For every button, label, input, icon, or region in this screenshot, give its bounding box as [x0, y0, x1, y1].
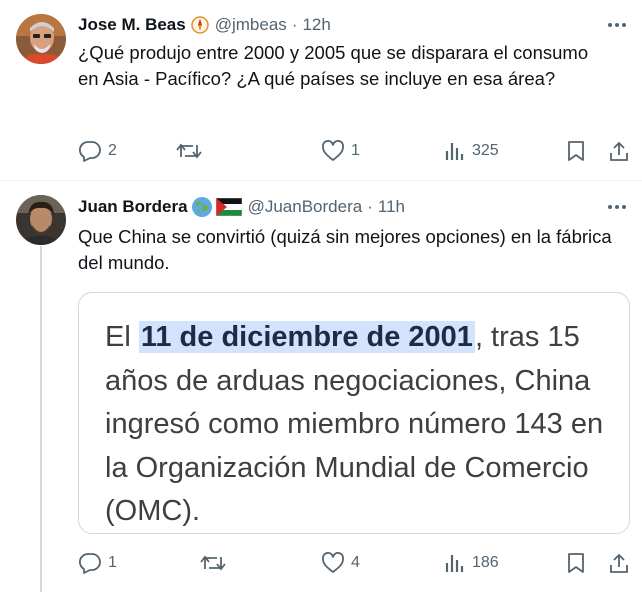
view-count: 325 [472, 142, 499, 159]
avatar-jose-beas[interactable] [16, 14, 66, 64]
more-icon[interactable] [606, 196, 628, 218]
like-count: 1 [351, 142, 360, 159]
retweet-icon [200, 555, 226, 571]
thread-line [40, 246, 42, 592]
timestamp[interactable]: 11h [378, 197, 405, 217]
avatar-juan-bordera[interactable] [16, 195, 66, 245]
tweet-jose-beas[interactable]: Jose M. Beas @jmbeas · 12h ¿Qué produjo … [0, 0, 642, 180]
views-icon [445, 555, 464, 572]
tweet-text: Que China se convirtió (quizá sin mejore… [78, 226, 612, 273]
tweet-header: Juan Bordera @JuanBordera · 11h [78, 196, 405, 218]
display-name[interactable]: Jose M. Beas [78, 15, 186, 35]
bookmark-icon [568, 553, 584, 573]
handle[interactable]: @JuanBordera [248, 197, 363, 217]
tweet-text: ¿Qué produjo entre 2000 y 2005 que se di… [78, 42, 589, 89]
retweet-icon [176, 143, 202, 159]
like-button[interactable]: 4 [321, 550, 360, 576]
separator-dot: · [367, 197, 373, 216]
reply-button[interactable]: 1 [78, 550, 117, 576]
share-button[interactable] [608, 550, 630, 576]
highlighted-date: 11 de diciembre de 2001 [138, 321, 475, 353]
views-button[interactable]: 186 [444, 550, 499, 576]
bookmark-button[interactable] [566, 550, 586, 576]
views-button[interactable]: 325 [444, 138, 499, 164]
bookmark-icon [568, 141, 584, 161]
globe-emoji-icon [191, 196, 213, 218]
view-count: 186 [472, 554, 499, 571]
reply-button[interactable]: 2 [78, 138, 117, 164]
timestamp[interactable]: 12h [302, 15, 330, 35]
share-icon [610, 553, 628, 573]
tweet-header: Jose M. Beas @jmbeas · 12h [78, 14, 331, 36]
attached-image[interactable]: El 11 de diciembre de 2001, tras 15 años… [78, 292, 630, 534]
reply-count: 2 [108, 142, 117, 159]
handle[interactable]: @jmbeas [215, 15, 287, 35]
reply-icon [78, 553, 101, 574]
share-icon [610, 141, 628, 161]
image-quote-text: El 11 de diciembre de 2001, tras 15 años… [105, 316, 625, 533]
share-button[interactable] [608, 138, 630, 164]
reply-count: 1 [108, 554, 117, 571]
views-icon [445, 143, 464, 160]
retweet-button[interactable] [200, 550, 232, 576]
separator-dot: · [291, 15, 298, 34]
more-icon[interactable] [606, 14, 628, 36]
like-count: 4 [351, 554, 360, 571]
bookmark-button[interactable] [566, 138, 586, 164]
like-icon [322, 552, 344, 573]
like-button[interactable]: 1 [321, 138, 360, 164]
compass-badge-icon [190, 16, 209, 34]
like-icon [322, 140, 344, 161]
display-name[interactable]: Juan Bordera [78, 197, 188, 217]
action-bar: 1 4 186 [78, 550, 632, 576]
retweet-button[interactable] [176, 138, 208, 164]
palestine-flag-icon [215, 198, 242, 216]
reply-icon [78, 141, 101, 162]
tweet-divider [0, 180, 642, 181]
image-text-before: El [105, 321, 139, 353]
action-bar: 2 1 325 [78, 138, 632, 164]
